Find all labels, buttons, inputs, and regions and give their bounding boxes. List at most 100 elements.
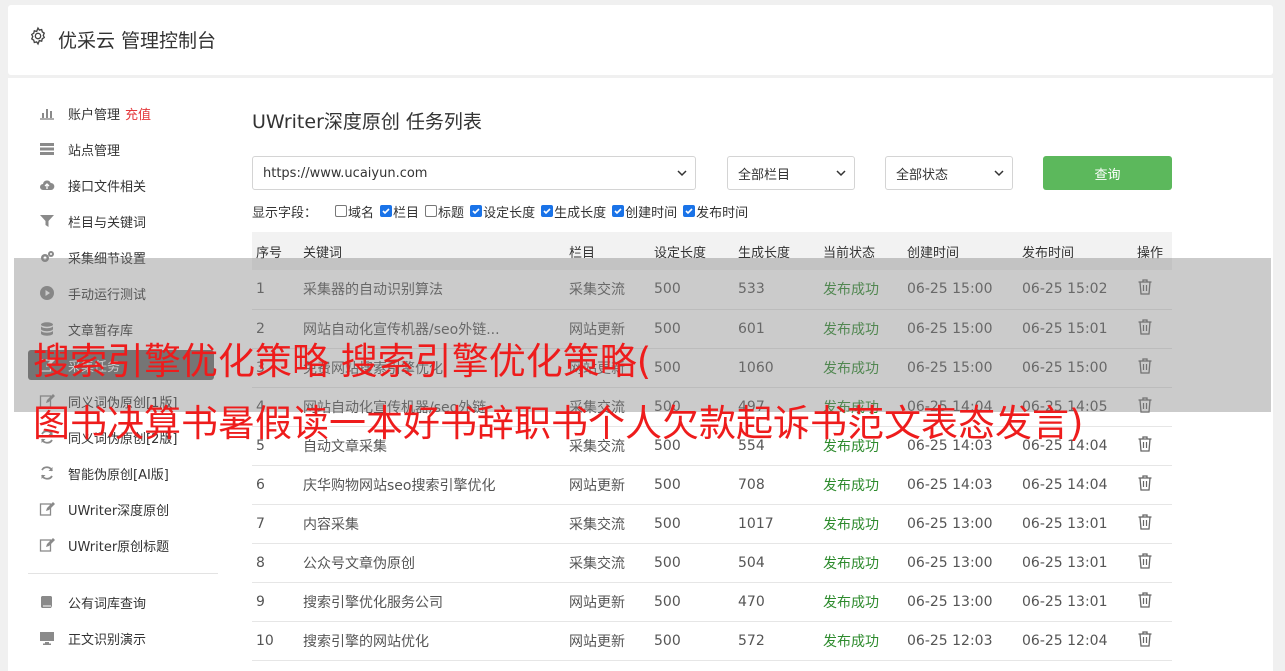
field-checkbox[interactable]: 生成长度 [541, 202, 606, 221]
actions-cell [1133, 543, 1172, 583]
trash-icon[interactable] [1137, 474, 1153, 496]
table-cell: 网站更新 [565, 621, 650, 661]
table-row: 6 庆华购物网站seo搜索引擎优化 网站更新 500 708 发布成功 06-25 14:0… [252, 465, 1172, 505]
field-checkbox-label: 设定长度 [483, 205, 536, 221]
app-title: 优采云 管理控制台 [58, 30, 217, 52]
actions-cell [1133, 504, 1172, 544]
table-cell: 06-25 13:01 [1018, 504, 1133, 544]
display-fields-label: 显示字段： [252, 205, 318, 221]
status-select[interactable]: 全部状态 [885, 156, 1013, 190]
table-cell: 网站更新 [565, 582, 650, 622]
sidebar-item[interactable]: 接口文件相关 [28, 167, 218, 203]
table-cell: 7 [252, 504, 299, 544]
actions-cell [1133, 465, 1172, 505]
table-cell: 6 [252, 465, 299, 505]
checkbox-checked-icon [380, 205, 393, 217]
table-cell: 06-25 13:00 [903, 543, 1018, 583]
sidebar-item[interactable]: 智能伪原创[AI版] [28, 455, 218, 491]
table-cell: 发布成功 [819, 504, 903, 544]
checkbox-checked-icon [612, 205, 625, 217]
cloud-upload-icon [38, 176, 56, 194]
table-cell: 搜索引擎优化服务公司 [299, 582, 565, 622]
checkbox-checked-icon [541, 205, 554, 217]
field-checkbox[interactable]: 设定长度 [470, 202, 535, 221]
overlay-headline-2: 图书决算书暑假读一本好书辞职书个人欠款起诉书范文表态发言) [33, 402, 1084, 445]
edit-icon [38, 536, 56, 554]
table-cell: 8 [252, 543, 299, 583]
actions-cell [1133, 426, 1172, 466]
field-checkbox-label: 域名 [348, 205, 375, 221]
table-cell: 06-25 12:04 [1018, 621, 1133, 661]
sidebar-item[interactable]: 公有词库查询 [28, 584, 218, 620]
query-button[interactable]: 查询 [1043, 156, 1172, 190]
sidebar-item[interactable]: 正文识别演示 [28, 620, 218, 656]
sidebar-item[interactable]: 站点管理 [28, 131, 218, 167]
field-checkbox[interactable]: 栏目 [380, 202, 419, 221]
server-icon [38, 140, 56, 158]
table-cell: 06-25 13:01 [1018, 582, 1133, 622]
field-checkbox[interactable]: 域名 [335, 202, 374, 221]
site-select[interactable]: https://www.ucaiyun.com [252, 156, 696, 190]
status-select-value: 全部状态 [896, 167, 949, 183]
table-cell: 504 [734, 543, 819, 583]
display-fields: 显示字段： 域名 栏目 标题 设定长度 生成长度 创建时间 发布时间 [252, 202, 754, 221]
table-cell: 采集交流 [565, 543, 650, 583]
checkbox-unchecked-icon [335, 205, 348, 217]
field-checkbox[interactable]: 创建时间 [612, 202, 677, 221]
page-title: UWriter深度原创 任务列表 [252, 111, 482, 133]
table-cell: 06-25 13:00 [903, 504, 1018, 544]
site-select-value: https://www.ucaiyun.com [263, 165, 428, 181]
sidebar-item[interactable]: 账户管理 充值 [28, 95, 218, 131]
trash-icon[interactable] [1137, 435, 1153, 457]
table-cell: 1017 [734, 504, 819, 544]
actions-cell [1133, 582, 1172, 622]
table-cell: 06-25 12:03 [903, 621, 1018, 661]
field-checkbox-label: 标题 [438, 205, 465, 221]
table-row: 8 公众号文章伪原创 采集交流 500 504 发布成功 06-25 13:00 06-25 … [252, 543, 1172, 583]
table-cell: 06-25 14:03 [903, 465, 1018, 505]
trash-icon[interactable] [1137, 591, 1153, 613]
table-cell: 采集交流 [565, 504, 650, 544]
table-cell: 06-25 13:01 [1018, 543, 1133, 583]
edit-icon [38, 500, 56, 518]
table-cell: 06-25 14:04 [1018, 465, 1133, 505]
table-row: 7 内容采集 采集交流 500 1017 发布成功 06-25 13:00 06-25 13:… [252, 504, 1172, 544]
table-cell: 发布成功 [819, 621, 903, 661]
column-select[interactable]: 全部栏目 [727, 156, 855, 190]
table-cell: 内容采集 [299, 504, 565, 544]
overlay-headline-1: 搜索引擎优化策略 搜索引擎优化策略( [33, 340, 652, 383]
table-cell: 708 [734, 465, 819, 505]
checkbox-unchecked-icon [425, 205, 438, 217]
sidebar-divider [28, 573, 218, 574]
recharge-link[interactable]: 充值 [125, 104, 151, 123]
trash-icon[interactable] [1137, 552, 1153, 574]
sidebar-item-label: 站点管理 [68, 143, 121, 159]
sidebar-item-label: 正文识别演示 [68, 632, 147, 648]
trash-icon[interactable] [1137, 630, 1153, 652]
table-cell: 9 [252, 582, 299, 622]
table-cell: 500 [650, 582, 734, 622]
filter-icon [38, 212, 56, 230]
sidebar-item[interactable]: 栏目与关键词 [28, 203, 218, 239]
table-cell: 470 [734, 582, 819, 622]
table-cell: 500 [650, 543, 734, 583]
sidebar-item[interactable]: UWriter原创标题 [28, 527, 218, 563]
sidebar-item-label: UWriter原创标题 [68, 539, 170, 555]
gear-icon [30, 26, 46, 46]
field-checkbox[interactable]: 发布时间 [683, 202, 748, 221]
table-cell: 网站更新 [565, 465, 650, 505]
field-checkbox-label: 栏目 [393, 205, 420, 221]
table-cell: 500 [650, 465, 734, 505]
monitor-icon [38, 629, 56, 647]
actions-cell [1133, 621, 1172, 661]
sidebar-item[interactable]: UWriter深度原创 [28, 491, 218, 527]
field-checkbox[interactable]: 标题 [425, 202, 464, 221]
field-checkbox-label: 生成长度 [554, 205, 607, 221]
bar-chart-icon [38, 104, 56, 122]
table-row: 9 搜索引擎优化服务公司 网站更新 500 470 发布成功 06-25 13:00 06-2… [252, 582, 1172, 622]
sidebar-item-label: 公有词库查询 [68, 596, 147, 612]
trash-icon[interactable] [1137, 513, 1153, 535]
checkbox-checked-icon [470, 205, 483, 217]
chevron-down-icon [994, 170, 1004, 177]
field-checkbox-label: 发布时间 [696, 205, 749, 221]
